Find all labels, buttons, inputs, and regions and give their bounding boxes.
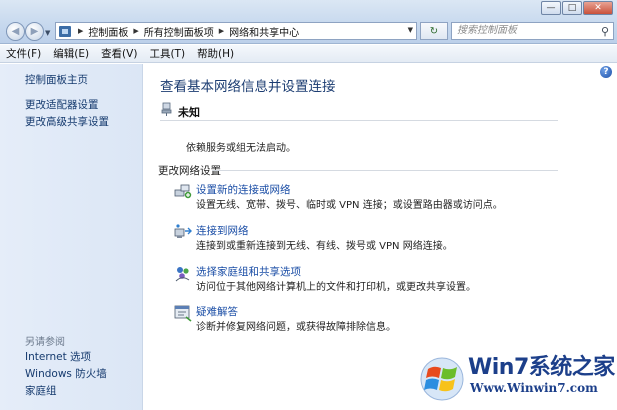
troubleshoot-icon xyxy=(174,305,192,322)
task-connect-network-link[interactable]: 连接到网络 xyxy=(196,223,249,238)
control-panel-icon xyxy=(59,25,71,37)
new-connection-icon xyxy=(174,184,192,199)
breadcrumb-control-panel[interactable]: 控制面板 xyxy=(88,24,128,39)
breadcrumb-separator-icon[interactable]: ▶ xyxy=(133,27,138,35)
minimize-button[interactable]: — xyxy=(541,1,561,15)
menu-tools[interactable]: 工具(T) xyxy=(149,46,185,61)
help-icon[interactable]: ? xyxy=(600,66,612,78)
forward-button[interactable]: ▶ xyxy=(25,22,44,41)
menu-file[interactable]: 文件(F) xyxy=(6,46,41,61)
site-watermark: Win7系统之家 Www.Winwin7.com xyxy=(410,345,617,410)
watermark-title: Win7系统之家 xyxy=(468,355,615,380)
divider xyxy=(160,120,558,121)
page-title: 查看基本网络信息并设置连接 xyxy=(160,79,336,95)
task-homegroup-link[interactable]: 选择家庭组和共享选项 xyxy=(196,264,301,279)
divider xyxy=(212,170,558,171)
search-icon[interactable]: ⚲ xyxy=(601,24,609,40)
see-also-header: 另请参阅 xyxy=(25,337,65,348)
refresh-icon: ↻ xyxy=(429,25,439,37)
sidebar-item-internet-options[interactable]: Internet 选项 xyxy=(25,349,91,364)
task-description: 设置无线、宽带、拨号、临时或 VPN 连接；或设置路由器或访问点。 xyxy=(196,200,503,211)
watermark-url: Www.Winwin7.com xyxy=(470,381,598,395)
network-name: 未知 xyxy=(178,106,200,119)
breadcrumb-all-items[interactable]: 所有控制面板项 xyxy=(144,24,214,39)
task-description: 诊断并修复网络问题，或获得故障排除信息。 xyxy=(196,322,396,333)
title-bar: — □ ✕ ◀ ▶ ▼ ▶ 控制面板 ▶ 所有控制面板项 ▶ 网络和共享中心 ▼… xyxy=(0,0,617,44)
task-new-connection-link[interactable]: 设置新的连接或网络 xyxy=(196,182,291,197)
network-computer-icon xyxy=(161,102,172,116)
menu-bar: 文件(F) 编辑(E) 查看(V) 工具(T) 帮助(H) xyxy=(0,45,617,63)
sidebar-item-adapter-settings[interactable]: 更改适配器设置 xyxy=(25,97,99,112)
address-dropdown-icon[interactable]: ▼ xyxy=(408,26,413,34)
search-input[interactable]: 搜索控制面板 ⚲ xyxy=(451,22,614,40)
search-placeholder: 搜索控制面板 xyxy=(457,25,517,36)
recent-pages-dropdown[interactable]: ▼ xyxy=(45,29,50,37)
sidebar-item-homegroup[interactable]: 家庭组 xyxy=(25,383,57,398)
sidebar-item-home[interactable]: 控制面板主页 xyxy=(25,72,88,87)
refresh-button[interactable]: ↻ xyxy=(420,22,448,40)
sidebar: 控制面板主页 更改适配器设置 更改高级共享设置 另请参阅 Internet 选项… xyxy=(0,64,143,410)
close-button[interactable]: ✕ xyxy=(583,1,613,15)
address-bar[interactable]: ▶ 控制面板 ▶ 所有控制面板项 ▶ 网络和共享中心 ▼ xyxy=(55,22,417,40)
windows-logo-icon xyxy=(420,357,464,401)
menu-edit[interactable]: 编辑(E) xyxy=(53,46,89,61)
breadcrumb-separator-icon[interactable]: ▶ xyxy=(219,27,224,35)
menu-help[interactable]: 帮助(H) xyxy=(197,46,234,61)
status-message: 依赖服务或组无法启动。 xyxy=(186,143,296,154)
connect-network-icon xyxy=(174,224,192,238)
maximize-button[interactable]: □ xyxy=(562,1,582,15)
breadcrumb-network-center[interactable]: 网络和共享中心 xyxy=(229,24,299,39)
homegroup-icon xyxy=(175,267,190,282)
task-troubleshoot-link[interactable]: 疑难解答 xyxy=(196,304,238,319)
back-button[interactable]: ◀ xyxy=(6,22,25,41)
menu-view[interactable]: 查看(V) xyxy=(101,46,137,61)
sidebar-item-firewall[interactable]: Windows 防火墙 xyxy=(25,366,107,381)
breadcrumb-separator-icon[interactable]: ▶ xyxy=(78,27,83,35)
task-description: 访问位于其他网络计算机上的文件和打印机，或更改共享设置。 xyxy=(196,282,476,293)
window-controls: — □ ✕ xyxy=(540,1,613,15)
sidebar-item-advanced-sharing[interactable]: 更改高级共享设置 xyxy=(25,114,109,129)
task-description: 连接到或重新连接到无线、有线、拨号或 VPN 网络连接。 xyxy=(196,241,453,252)
